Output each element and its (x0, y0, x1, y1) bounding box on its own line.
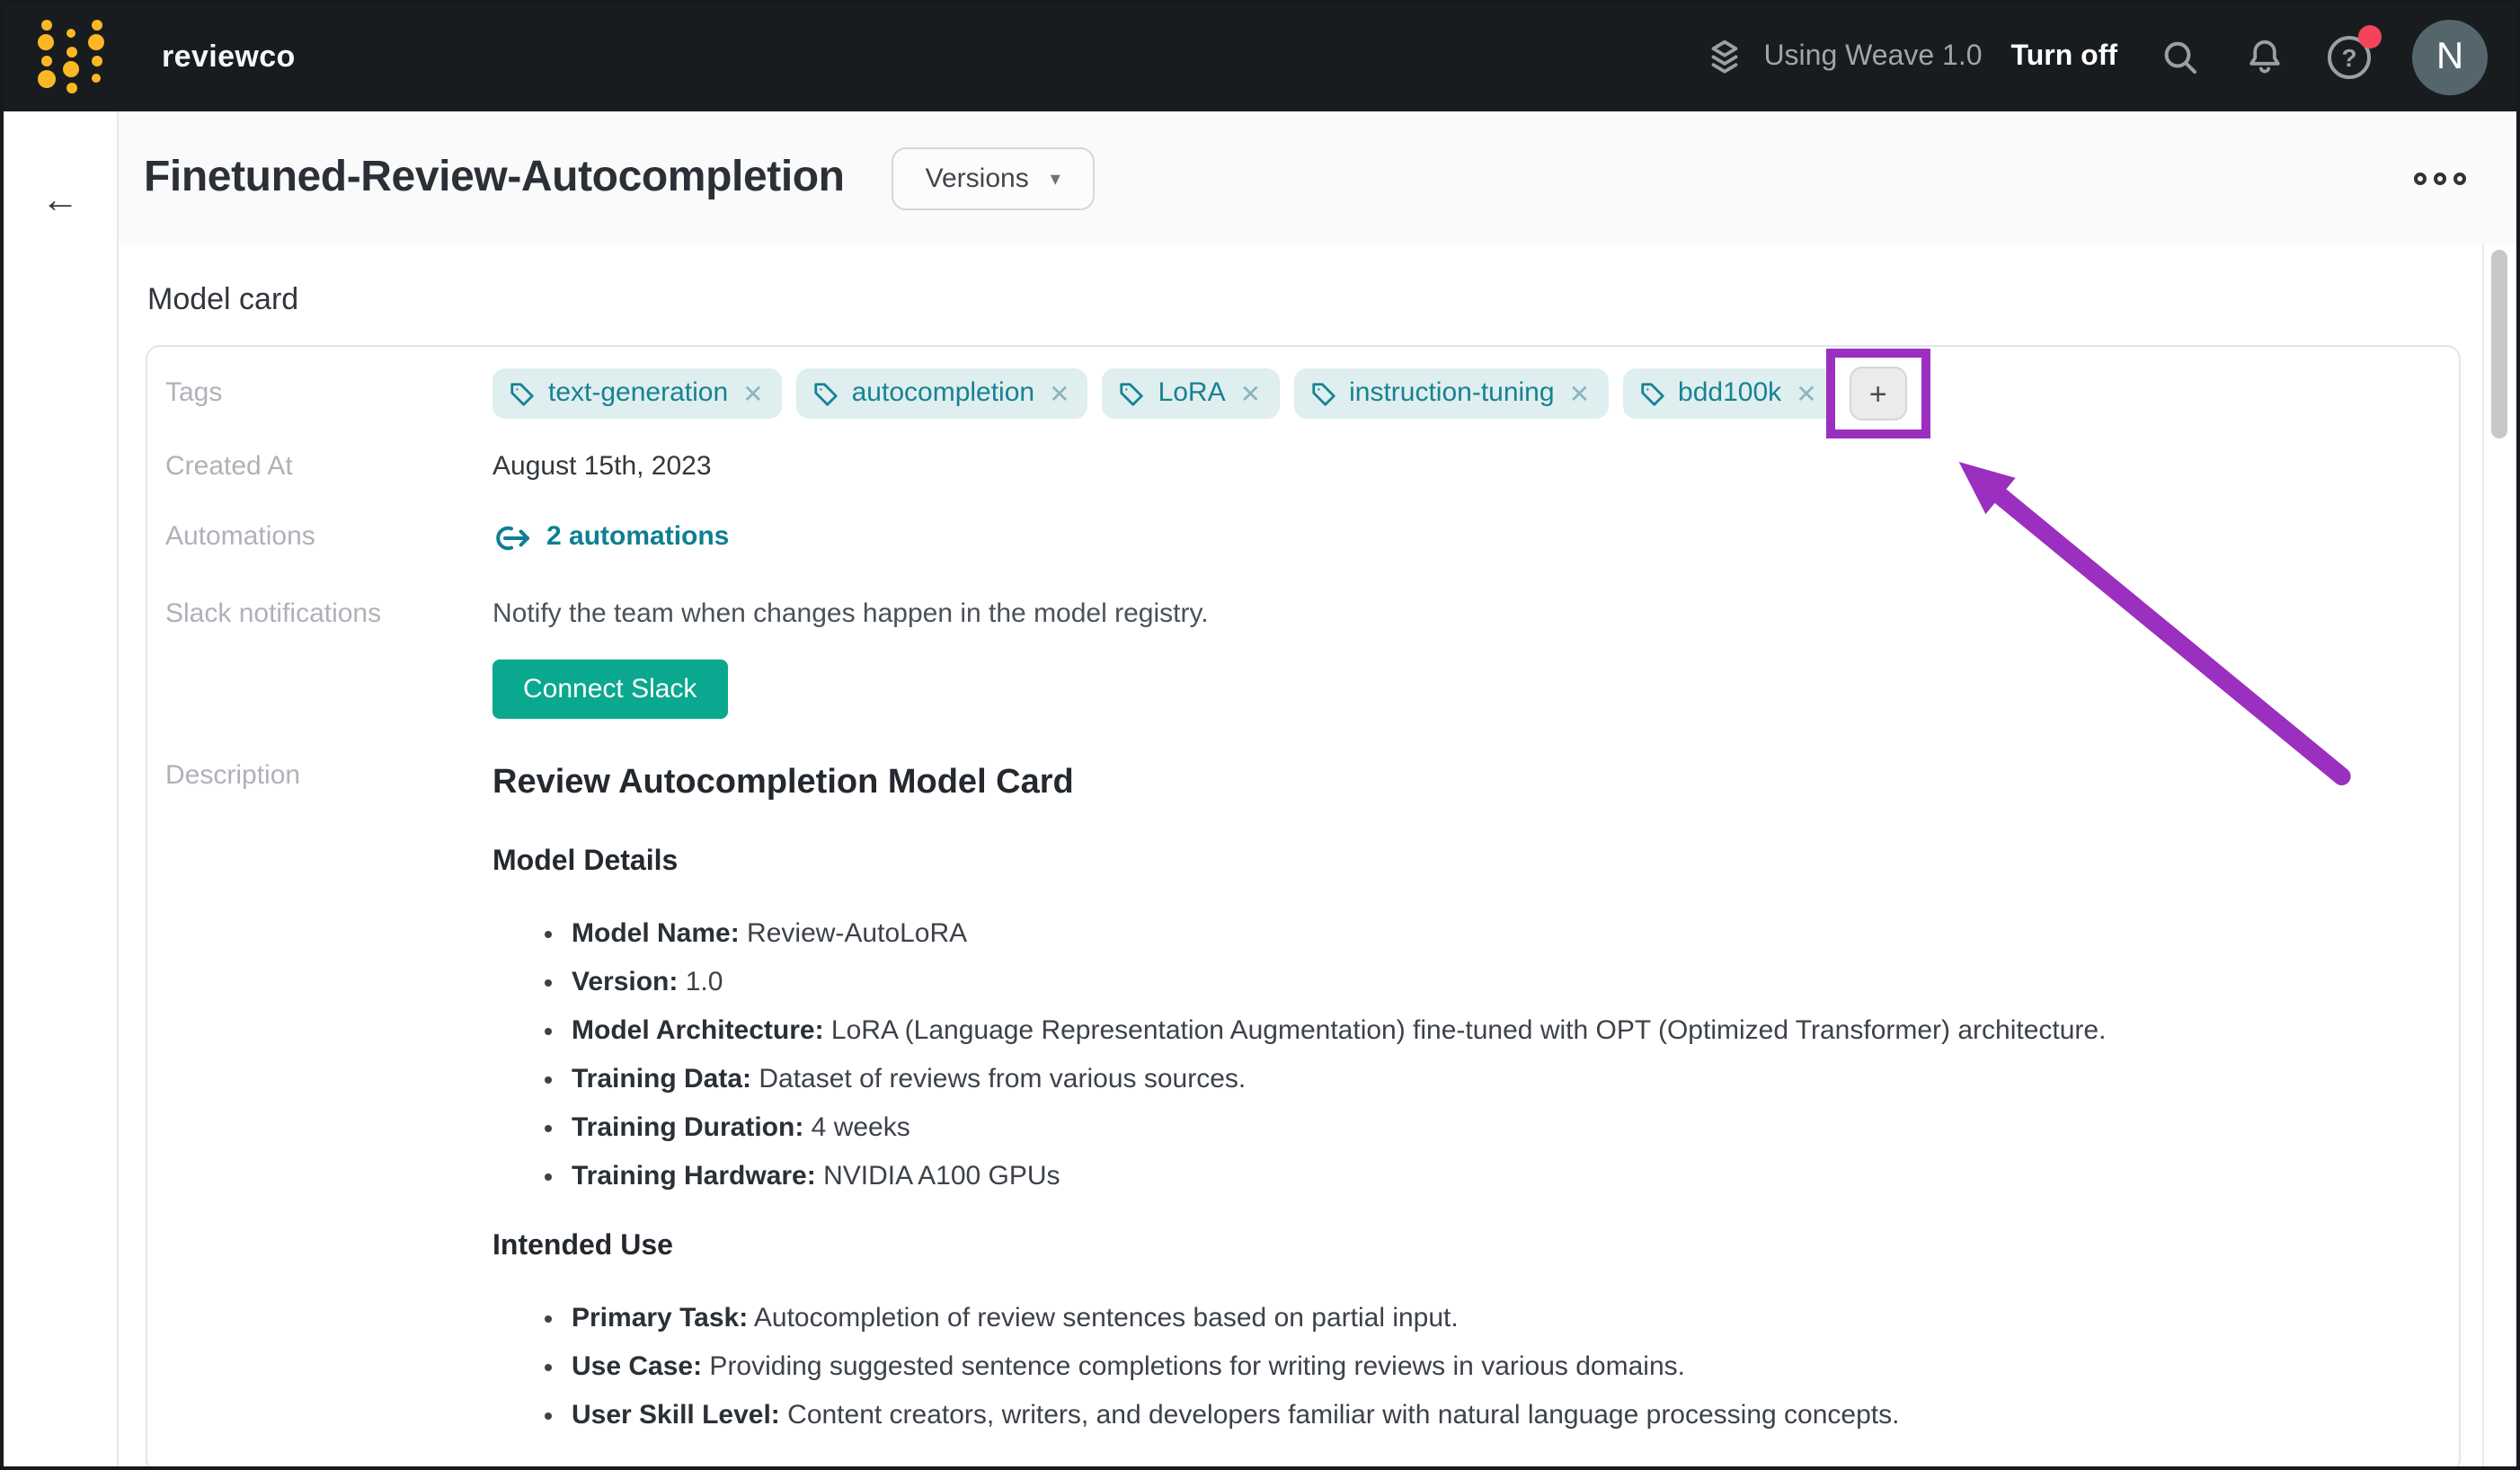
versions-label: Versions (926, 163, 1029, 193)
tag-pill: LoRA ✕ (1103, 368, 1280, 419)
layers-icon (1702, 35, 1747, 80)
slack-description: Notify the team when changes happen in t… (492, 596, 2434, 632)
page-header: Finetuned-Review-Autocompletion Versions… (119, 111, 2516, 244)
weave-status-label: Using Weave 1.0 (1763, 41, 1982, 74)
add-tag-button[interactable]: + (1850, 367, 1907, 421)
remove-tag-icon[interactable]: ✕ (1569, 376, 1590, 412)
weave-turn-off-button[interactable]: Turn off (2011, 41, 2117, 74)
app-window: reviewco Using Weave 1.0 Turn off (0, 0, 2520, 1470)
user-avatar[interactable]: N (2412, 20, 2488, 95)
description-subheading: Intended Use (492, 1225, 2434, 1268)
tags-label: Tags (165, 376, 492, 412)
remove-tag-icon[interactable]: ✕ (1049, 376, 1069, 412)
top-navbar: reviewco Using Weave 1.0 Turn off (4, 4, 2516, 111)
description-sections: Model Details Model Name: Review-AutoLoRA… (492, 840, 2434, 1433)
notification-dot (2358, 25, 2382, 49)
description-heading: Review Autocompletion Model Card (492, 761, 2434, 804)
main-content: Finetuned-Review-Autocompletion Versions… (119, 111, 2516, 1470)
tag-icon (812, 380, 839, 407)
tag-icon (1638, 380, 1665, 407)
page-body: ← Finetuned-Review-Autocompletion Versio… (4, 111, 2516, 1470)
tag-text: autocompletion (852, 376, 1034, 412)
tag-icon (509, 380, 536, 407)
page-title: Finetuned-Review-Autocompletion (144, 153, 845, 203)
bullet-list: Primary Task: Autocompletion of review s… (492, 1300, 2434, 1433)
tag-text: instruction-tuning (1349, 376, 1554, 412)
description-row: Description Review Autocompletion Model … (165, 757, 2434, 1464)
scrollbar-thumb[interactable] (2491, 250, 2507, 438)
automations-row: Automations 2 automations (165, 519, 2434, 562)
slack-label: Slack notifications (165, 596, 492, 632)
help-icon[interactable]: ? (2328, 36, 2371, 79)
tag-text: text-generation (548, 376, 728, 412)
tag-text: bdd100k (1678, 376, 1781, 412)
wandb-logo-icon[interactable] (36, 18, 101, 97)
created-at-row: Created At August 15th, 2023 (165, 449, 2434, 485)
bullet-item: User Skill Level: Content creators, writ… (572, 1397, 2434, 1433)
tag-pill: bdd100k ✕ (1622, 368, 1835, 419)
bullet-item: Primary Task: Autocompletion of review s… (572, 1300, 2434, 1336)
bullet-list: Model Name: Review-AutoLoRA Version: 1.0 M… (492, 916, 2434, 1194)
tag-list: text-generation✕autocompletion✕LoRA✕inst… (492, 367, 2434, 421)
notifications-bell-icon[interactable] (2243, 36, 2286, 79)
tag-icon (1309, 380, 1336, 407)
remove-tag-icon[interactable]: ✕ (742, 376, 763, 412)
left-rail: ← (4, 111, 119, 1470)
versions-dropdown-button[interactable]: Versions ▾ (892, 146, 1095, 209)
remove-tag-icon[interactable]: ✕ (1240, 376, 1261, 412)
bullet-item: Model Architecture: LoRA (Language Repre… (572, 1013, 2434, 1049)
model-card-panel: Model card Tags text-generation✕autocomp… (119, 244, 2516, 1470)
remove-tag-icon[interactable]: ✕ (1796, 376, 1816, 412)
overflow-menu-button[interactable] (2407, 164, 2473, 191)
weave-status: Using Weave 1.0 (1702, 35, 1982, 80)
automation-icon (492, 524, 532, 551)
description-label: Description (165, 757, 492, 793)
tags-row: Tags text-generation✕autocompletion✕LoRA… (165, 367, 2434, 421)
bullet-item: Training Data: Dataset of reviews from v… (572, 1061, 2434, 1097)
bullet-item: Version: 1.0 (572, 964, 2434, 1000)
bullet-item: Use Case: Providing suggested sentence c… (572, 1349, 2434, 1385)
tag-icon (1119, 380, 1146, 407)
back-arrow-button[interactable]: ← (35, 180, 85, 230)
tag-pill: text-generation ✕ (492, 368, 782, 419)
created-at-label: Created At (165, 449, 492, 485)
tag-text: LoRA (1158, 376, 1226, 412)
entity-name[interactable]: reviewco (162, 40, 296, 75)
vertical-scrollbar (2482, 244, 2516, 1470)
automations-label: Automations (165, 519, 492, 555)
chevron-down-icon: ▾ (1051, 166, 1060, 190)
bullet-item: Model Name: Review-AutoLoRA (572, 916, 2434, 952)
help-glyph: ? (2341, 43, 2356, 72)
description-content: Review Autocompletion Model Card Model D… (492, 757, 2434, 1464)
created-at-value: August 15th, 2023 (492, 449, 2434, 485)
plus-icon: + (1869, 378, 1887, 409)
tag-pill: autocompletion ✕ (796, 368, 1088, 419)
model-card: Tags text-generation✕autocompletion✕LoRA… (146, 345, 2461, 1470)
automations-link-text: 2 automations (546, 519, 729, 555)
automations-link[interactable]: 2 automations (492, 519, 729, 555)
connect-slack-button[interactable]: Connect Slack (492, 659, 727, 718)
model-card-section-title: Model card (147, 282, 2461, 318)
slack-row: Slack notifications Notify the team when… (165, 596, 2434, 718)
description-subheading: Model Details (492, 840, 2434, 883)
tag-pill: instruction-tuning ✕ (1293, 368, 1608, 419)
search-icon[interactable] (2159, 36, 2202, 79)
bullet-item: Training Hardware: NVIDIA A100 GPUs (572, 1158, 2434, 1194)
bullet-item: Training Duration: 4 weeks (572, 1110, 2434, 1146)
